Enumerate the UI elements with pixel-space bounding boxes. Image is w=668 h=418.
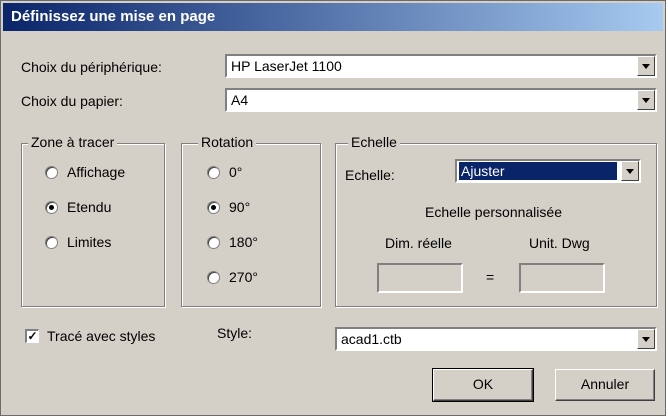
style-select[interactable]: acad1.ctb (335, 327, 657, 351)
device-select[interactable]: HP LaserJet 1100 (225, 54, 657, 78)
option-label-etendu[interactable]: Etendu (67, 199, 111, 215)
chevron-down-icon[interactable] (637, 56, 655, 76)
rotation-label-270[interactable]: 270° (229, 269, 258, 285)
scale-select[interactable]: Ajuster (455, 159, 641, 183)
radio-rotation-0[interactable] (207, 166, 220, 179)
paper-label: Choix du papier: (21, 93, 123, 109)
style-label: Style: (217, 325, 253, 341)
dwg-unit-input[interactable] (519, 263, 605, 293)
scale-title: Echelle (348, 134, 400, 150)
real-dim-label: Dim. réelle (385, 235, 452, 251)
plot-styles-label[interactable]: Tracé avec styles (47, 328, 155, 344)
cancel-button[interactable]: Annuler (555, 369, 655, 401)
dialog-title: Définissez une mise en page (11, 8, 216, 25)
custom-scale-label: Echelle personnalisée (425, 204, 562, 220)
style-value: acad1.ctb (341, 331, 402, 347)
option-label-affichage[interactable]: Affichage (67, 164, 125, 180)
paper-select[interactable]: A4 (225, 88, 657, 112)
page-setup-dialog: Définissez une mise en page Choix du pér… (0, 0, 666, 416)
chevron-down-icon[interactable] (637, 329, 655, 349)
rotation-label-0[interactable]: 0° (229, 164, 242, 180)
device-value: HP LaserJet 1100 (231, 58, 342, 74)
equals-sign: = (486, 269, 495, 285)
radio-rotation-180[interactable] (207, 236, 220, 249)
ok-button[interactable]: OK (432, 368, 534, 402)
scale-label: Echelle: (345, 167, 395, 183)
radio-etendu[interactable] (45, 201, 58, 214)
plot-styles-checkbox[interactable]: ✓ (25, 329, 39, 343)
plot-area-title: Zone à tracer (28, 134, 118, 150)
rotation-title: Rotation (198, 134, 257, 150)
dwg-unit-label: Unit. Dwg (529, 235, 590, 251)
scale-value: Ajuster (459, 162, 617, 180)
rotation-label-90[interactable]: 90° (229, 199, 250, 215)
title-bar[interactable]: Définissez une mise en page (3, 3, 663, 31)
radio-affichage[interactable] (45, 166, 58, 179)
option-label-limites[interactable]: Limites (67, 234, 111, 250)
chevron-down-icon[interactable] (621, 161, 639, 181)
device-label: Choix du périphérique: (21, 59, 162, 75)
chevron-down-icon[interactable] (637, 90, 655, 110)
radio-rotation-90[interactable] (207, 201, 220, 214)
check-icon: ✓ (27, 329, 38, 343)
rotation-label-180[interactable]: 180° (229, 234, 258, 250)
radio-limites[interactable] (45, 236, 58, 249)
radio-rotation-270[interactable] (207, 271, 220, 284)
real-dim-input[interactable] (377, 263, 463, 293)
paper-value: A4 (231, 92, 249, 108)
